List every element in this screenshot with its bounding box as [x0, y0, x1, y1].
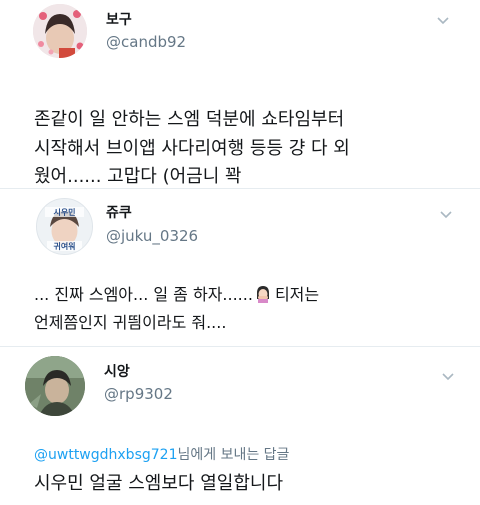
- username[interactable]: @candb92: [106, 33, 186, 51]
- tweet-text-fragment: 티저는: [274, 285, 320, 304]
- reply-mention-link[interactable]: @uwttwgdhxbsg721: [34, 447, 177, 463]
- reply-suffix: 님에게 보내는 답글: [177, 447, 290, 463]
- tweet-1[interactable]: 보구 @candb92 존같이 일 안하는 스엠 덕분에 쇼타임부터 시작해서 …: [0, 0, 480, 196]
- chevron-down-icon[interactable]: [441, 372, 455, 382]
- username[interactable]: @juku_0326: [106, 227, 198, 245]
- avatar[interactable]: 시우민 귀여워: [36, 198, 93, 255]
- tweet-text-line: 언제쯤인지 귀띔이라도 줘....: [34, 313, 227, 332]
- avatar[interactable]: [25, 356, 85, 416]
- tweet-text-line: ... 진짜 스엠아... 일 좀 하자...... 티저는: [34, 285, 319, 303]
- display-name[interactable]: 쥬쿠: [106, 202, 132, 222]
- tweet-text-line: 시우민 얼굴 스엠보다 열일합니다: [34, 473, 284, 494]
- tweet-text-line: 웠어...... 고맙다 (어금니 꽉: [34, 166, 242, 187]
- display-name[interactable]: 보구: [106, 9, 132, 29]
- chevron-down-icon[interactable]: [436, 16, 450, 26]
- chevron-down-icon[interactable]: [439, 210, 453, 220]
- tweet-text-line: 시작해서 브이앱 사다리여행 등등 걍 다 외: [34, 138, 350, 159]
- tweet-3[interactable]: 시앙 @rp9302 @uwttwgdhxbsg721님에게 보내는 답글 시우…: [0, 346, 480, 505]
- replying-to: @uwttwgdhxbsg721님에게 보내는 답글: [34, 444, 289, 464]
- avatar[interactable]: [33, 4, 87, 58]
- tweet-text-line: 존같이 일 안하는 스엠 덕분에 쇼타임부터: [34, 109, 345, 130]
- woman-facepalming-emoji: [256, 286, 269, 303]
- tweet-text-fragment: ... 진짜 스엠아... 일 좀 하자......: [34, 285, 253, 304]
- username[interactable]: @rp9302: [104, 385, 173, 403]
- display-name[interactable]: 시앙: [104, 361, 130, 381]
- avatar-caption-top: 시우민: [53, 207, 75, 217]
- avatar-caption-bottom: 귀여워: [53, 241, 75, 251]
- tweet-2[interactable]: 시우민 귀여워 쥬쿠 @juku_0326 ... 진짜 스엠아... 일 좀 …: [0, 188, 480, 351]
